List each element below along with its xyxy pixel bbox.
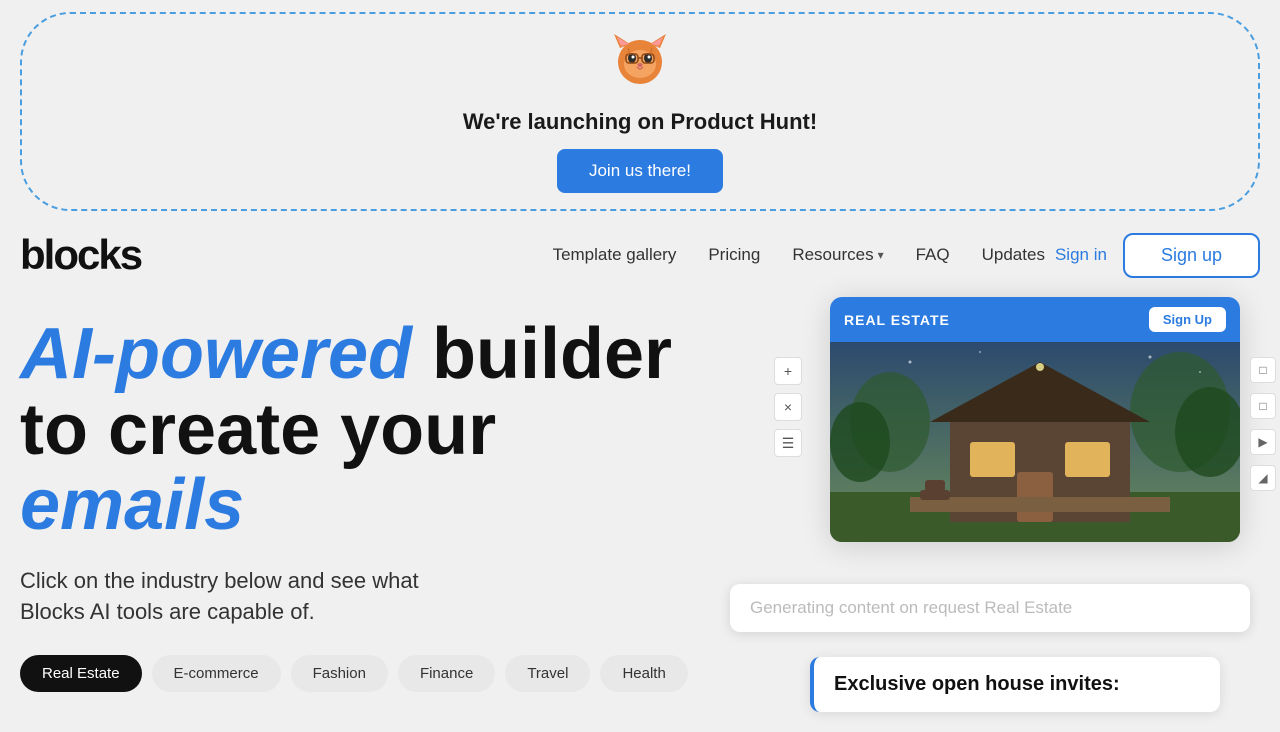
logo[interactable]: blocks (20, 231, 141, 279)
email-hero-image (830, 342, 1240, 542)
layout-icon[interactable]: □ (1250, 357, 1276, 383)
add-control[interactable]: + (774, 357, 802, 385)
hero-title-rest: builder (412, 314, 672, 394)
pill-real-estate[interactable]: Real Estate (20, 655, 142, 692)
hero-title-line2: to create your (20, 390, 496, 470)
pill-fashion[interactable]: Fashion (291, 655, 388, 692)
hero-left: AI-powered builder to create your emails… (20, 307, 720, 727)
signin-link[interactable]: Sign in (1055, 245, 1107, 265)
email-builder-wrapper: + × ☰ REAL ESTATE Sign Up (810, 297, 1240, 542)
exclusive-preview-card: Exclusive open house invites: (810, 657, 1220, 712)
product-hunt-banner: We're launching on Product Hunt! Join us… (20, 12, 1260, 211)
banner-title: We're launching on Product Hunt! (463, 109, 817, 135)
email-preview-header: REAL ESTATE Sign Up (830, 297, 1240, 342)
industry-pills: Real Estate E-commerce Fashion Finance T… (20, 655, 720, 692)
pill-health[interactable]: Health (600, 655, 687, 692)
nav-pricing[interactable]: Pricing (708, 245, 760, 264)
nav-updates[interactable]: Updates (982, 245, 1045, 264)
email-category-label: REAL ESTATE (844, 312, 950, 328)
hero-section: AI-powered builder to create your emails… (0, 287, 1280, 727)
hero-title-blue: AI-powered (20, 314, 412, 394)
pill-ecommerce[interactable]: E-commerce (152, 655, 281, 692)
right-side-controls: □ □ ▶ ◢ (1250, 357, 1276, 491)
menu-control[interactable]: ☰ (774, 429, 802, 457)
email-signup-button[interactable]: Sign Up (1149, 307, 1226, 332)
nav-resources[interactable]: Resources ▾ (792, 245, 883, 265)
hero-subtitle: Click on the industry below and see what… (20, 566, 580, 628)
hero-title: AI-powered builder to create your emails (20, 317, 720, 544)
close-control[interactable]: × (774, 393, 802, 421)
chevron-down-icon: ▾ (878, 248, 884, 262)
join-us-button[interactable]: Join us there! (557, 149, 723, 193)
cat-mascot-icon (610, 30, 670, 101)
email-preview-card: REAL ESTATE Sign Up (830, 297, 1240, 542)
image-icon[interactable]: □ (1250, 393, 1276, 419)
main-nav: blocks Template gallery Pricing Resource… (0, 223, 1280, 287)
crop-icon[interactable]: ◢ (1250, 465, 1276, 491)
builder-controls: + × ☰ (774, 357, 802, 457)
signup-button[interactable]: Sign up (1123, 233, 1260, 278)
house-illustration (830, 342, 1240, 542)
pill-travel[interactable]: Travel (505, 655, 590, 692)
generating-content-bar: Generating content on request Real Estat… (730, 584, 1250, 632)
nav-faq[interactable]: FAQ (916, 245, 950, 264)
pill-finance[interactable]: Finance (398, 655, 495, 692)
hero-title-emails: emails (20, 465, 244, 545)
play-icon[interactable]: ▶ (1250, 429, 1276, 455)
nav-template-gallery[interactable]: Template gallery (553, 245, 677, 264)
nav-links: Template gallery Pricing Resources ▾ FAQ… (553, 245, 1045, 265)
